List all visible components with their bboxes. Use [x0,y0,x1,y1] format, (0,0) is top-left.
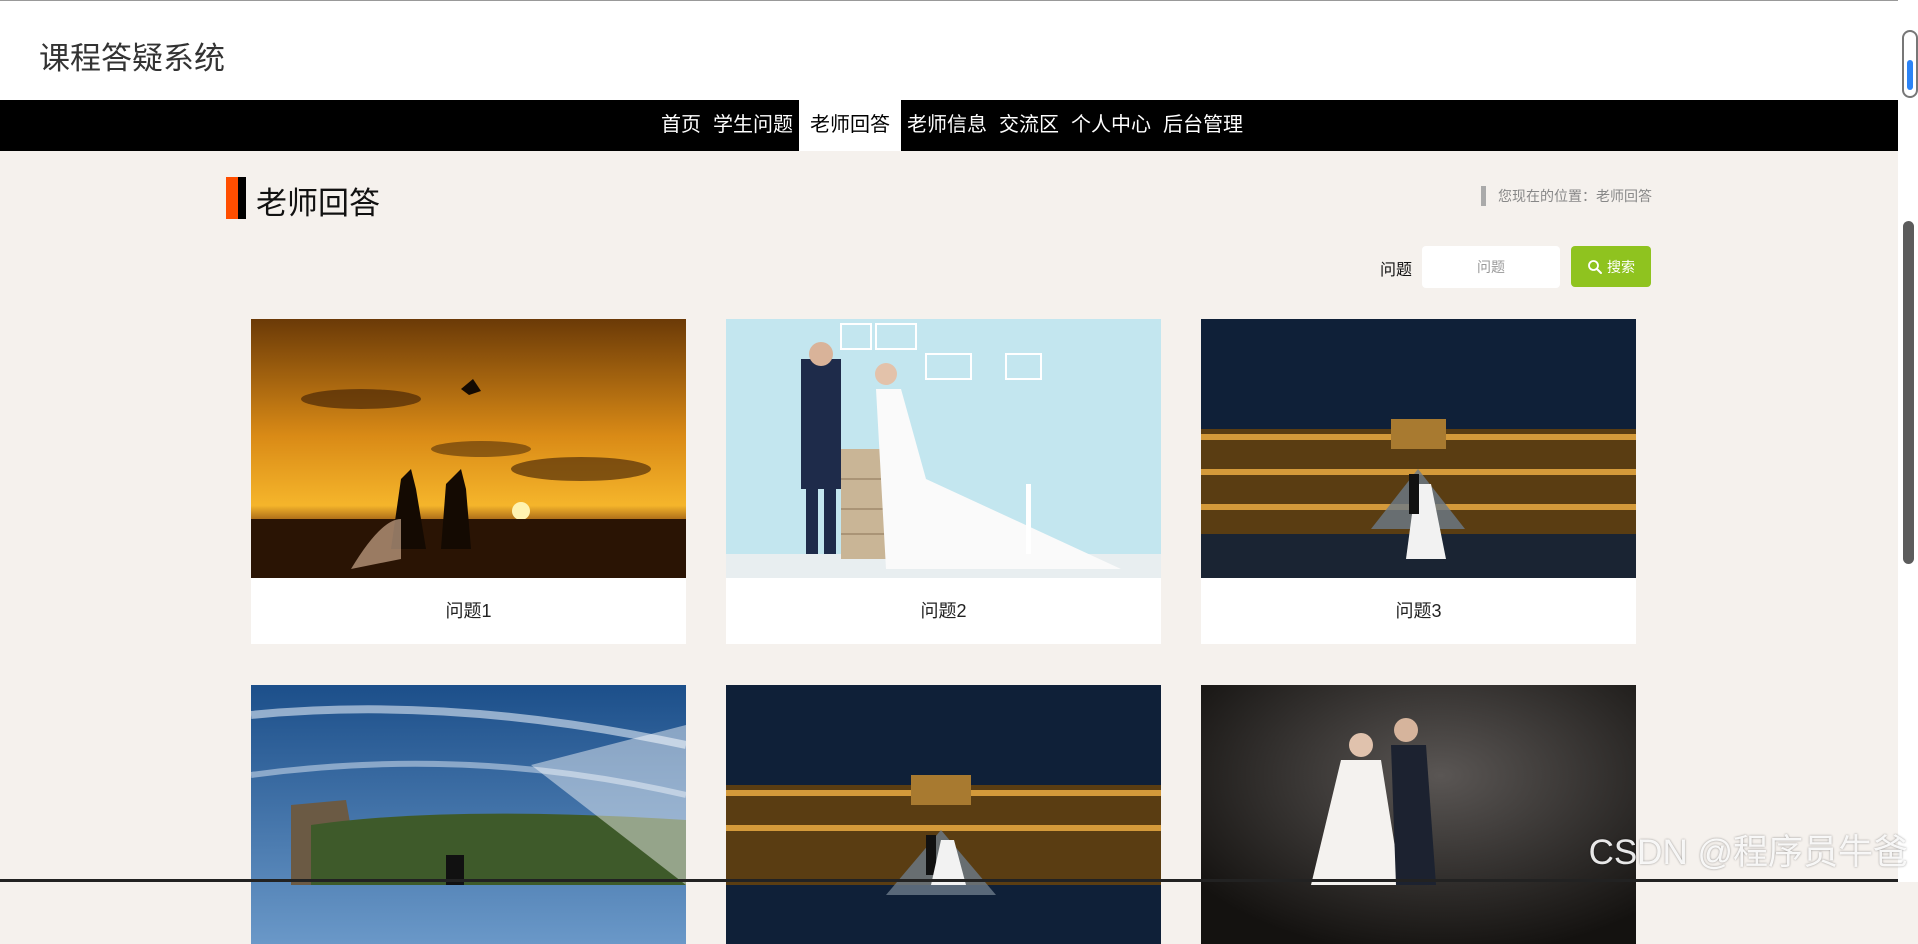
scrollbar-track[interactable] [1898,0,1918,882]
card-image-louvre-night[interactable] [1201,319,1636,578]
nav-item-admin[interactable]: 后台管理 [1157,100,1249,151]
answer-card-1[interactable]: 问题1 [251,319,686,644]
search-label: 问题 [1380,262,1413,279]
search-button[interactable]: 搜索 [1571,246,1651,287]
card-caption[interactable]: 问题3 [1201,578,1636,644]
answer-card-6[interactable] [1201,685,1636,944]
answer-card-3[interactable]: 问题3 [1201,319,1636,644]
search-input[interactable] [1422,246,1560,288]
answer-card-2[interactable]: 问题2 [726,319,1161,644]
nav-item-teacher-answers[interactable]: 老师回答 [799,100,901,151]
card-caption[interactable]: 问题1 [251,578,686,644]
search-button-label: 搜索 [1607,258,1635,275]
card-image-louvre-night[interactable] [726,685,1161,944]
card-image-studio-couple[interactable] [726,319,1161,578]
nav-item-personal-center[interactable]: 个人中心 [1065,100,1157,151]
site-header: 课程答疑系统 [0,0,1898,101]
card-image-great-wall[interactable] [251,685,686,944]
nav-item-student-questions[interactable]: 学生问题 [707,100,799,151]
card-image-studio-dark[interactable] [1201,685,1636,944]
answer-card-5[interactable] [726,685,1161,944]
nav-item-teacher-info[interactable]: 老师信息 [901,100,993,151]
main-nav: 首页 学生问题 老师回答 老师信息 交流区 个人中心 后台管理 [0,100,1898,151]
answer-card-4[interactable] [251,685,686,944]
nav-item-home[interactable]: 首页 [655,100,707,151]
card-image-sunset-beach[interactable] [251,319,686,578]
watermark: CSDN @程序员牛爸 [1588,833,1908,872]
search-icon [1588,259,1602,274]
scroll-indicator[interactable] [1902,30,1918,98]
nav-item-forum[interactable]: 交流区 [993,100,1065,151]
page-title: 老师回答 [256,186,380,221]
card-caption[interactable]: 问题2 [726,578,1161,644]
breadcrumb: 您现在的位置：老师回答 [1481,186,1652,206]
title-accent-bar [226,177,246,219]
nav-items: 首页 学生问题 老师回答 老师信息 交流区 个人中心 后台管理 [655,100,1249,151]
scrollbar-thumb[interactable] [1903,221,1914,564]
site-title: 课程答疑系统 [39,41,225,76]
